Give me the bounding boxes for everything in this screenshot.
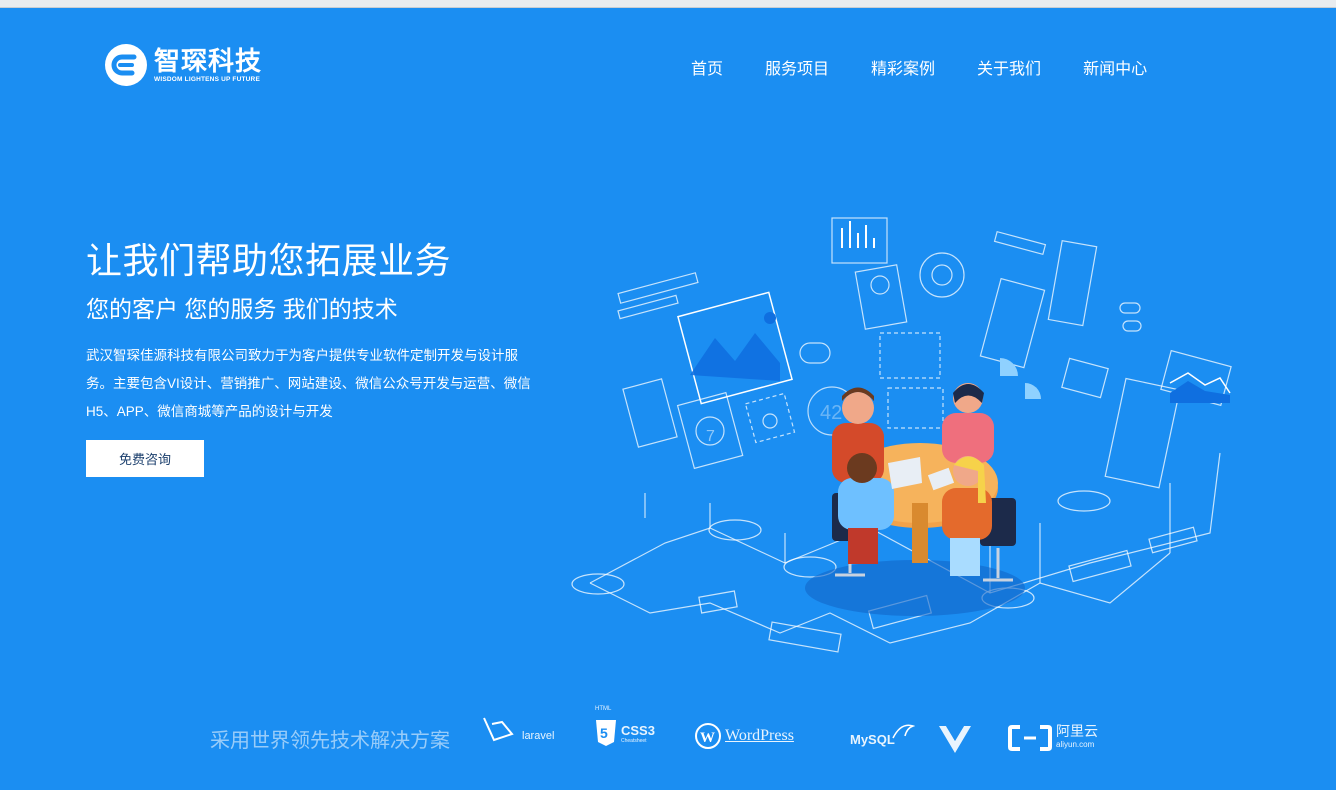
wordpress-icon: W (695, 723, 721, 749)
mysql-text: MySQL (850, 732, 895, 747)
badge-number: 42 (820, 402, 842, 424)
nav-home[interactable]: 首页 (691, 55, 723, 79)
brand-text: 智琛科技 WISDOM LIGHTENS UP FUTURE (154, 47, 262, 84)
svg-text:W: W (700, 730, 715, 746)
dolphin-icon (892, 724, 915, 738)
brand-logo[interactable]: 智琛科技 WISDOM LIGHTENS UP FUTURE (104, 43, 262, 87)
wordpress-text: WordPress (725, 727, 794, 744)
laravel-icon (483, 717, 514, 742)
wordpress-logo: W WordPress (694, 722, 794, 750)
nav-services[interactable]: 服务项目 (765, 55, 829, 79)
brand-mark-icon (105, 44, 147, 86)
aliyun-cn-text: 阿里云 (1056, 723, 1098, 739)
css3-shield-icon: 5 (596, 720, 616, 746)
hero-title: 让我们帮助您拓展业务 (86, 240, 452, 281)
mysql-logo: MySQL (850, 722, 915, 747)
nav-news[interactable]: 新闻中心 (1083, 55, 1147, 79)
laravel-text: laravel (522, 730, 555, 742)
aliyun-icon (1008, 725, 1052, 751)
brand-name: 智琛科技 (154, 45, 263, 76)
laravel-logo: laravel (482, 714, 554, 744)
tech-stack-bar: 采用世界领先技术解决方案 laravel 5 HTML CSS3 Cheatsh… (0, 706, 1336, 768)
brand-tagline: WISDOM LIGHTENS UP FUTURE (154, 75, 260, 83)
vue-logo (938, 724, 972, 754)
hero-subtitle: 您的客户 您的服务 我们的技术 (86, 296, 398, 322)
free-consult-button[interactable]: 免费咨询 (86, 440, 204, 477)
svg-text:5: 5 (600, 725, 608, 741)
team-meeting-illustration: 42 7 (571, 217, 1232, 653)
tech-stack-title: 采用世界领先技术解决方案 (210, 730, 450, 752)
page: 智琛科技 WISDOM LIGHTENS UP FUTURE 首页 服务项目 精… (0, 8, 1336, 790)
round-number: 7 (706, 428, 715, 445)
nav-cases[interactable]: 精彩案例 (871, 55, 935, 79)
css3-text: CSS3 (621, 723, 655, 738)
browser-top-edge (0, 0, 1336, 8)
css3-html-text: HTML (595, 706, 612, 712)
main-nav: 首页 服务项目 精彩案例 关于我们 新闻中心 (670, 55, 1168, 79)
aliyun-en-text: aliyun.com (1056, 740, 1095, 749)
css3-logo: 5 HTML CSS3 Cheatsheet (594, 706, 655, 748)
nav-about[interactable]: 关于我们 (977, 55, 1041, 79)
aliyun-logo: 阿里云 aliyun.com (1008, 724, 1098, 752)
vue-icon (939, 726, 971, 753)
hero-description: 武汉智琛佳源科技有限公司致力于为客户提供专业软件定制开发与设计服务。主要包含VI… (86, 348, 531, 419)
